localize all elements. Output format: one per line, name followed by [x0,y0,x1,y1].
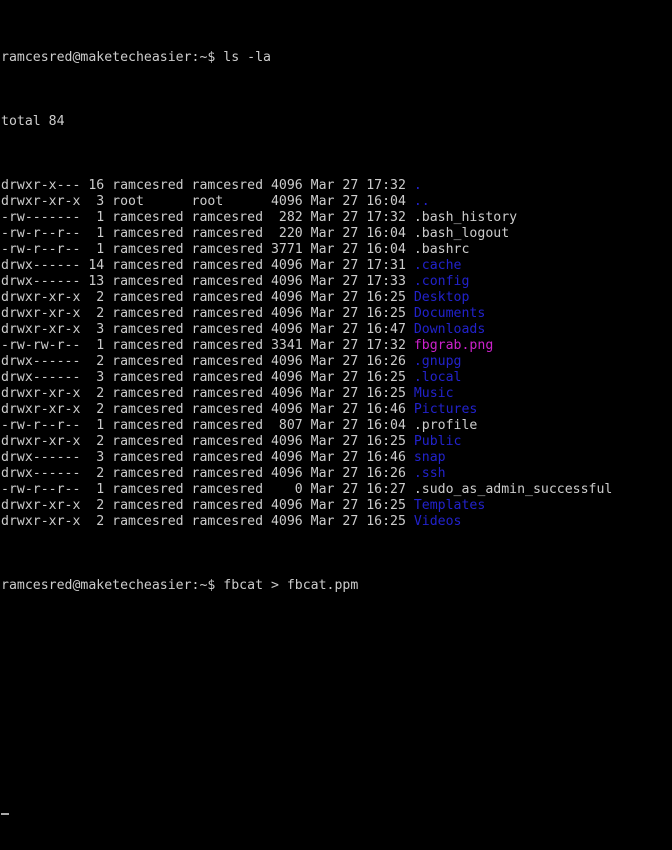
listing-row-filename: Downloads [413,322,486,337]
listing-row-filename: .local [413,370,462,385]
listing-row-metadata: drwxr-xr-x 3 ramcesred ramcesred 4096 Ma… [1,322,414,337]
listing-row-metadata: drwxr-xr-x 2 ramcesred ramcesred 4096 Ma… [1,386,414,401]
listing-row-filename: Pictures [413,402,478,417]
terminal-screen[interactable]: ramcesred@maketecheasier:~$ ls -la total… [0,0,672,815]
text-cursor [1,813,9,815]
listing-row: drwxr-x--- 16 ramcesred ramcesred 4096 M… [1,178,672,194]
listing-row: -rw-r--r-- 1 ramcesred ramcesred 220 Mar… [1,226,672,242]
listing-row-metadata: drwxr-x--- 16 ramcesred ramcesred 4096 M… [1,178,414,193]
listing-row: -rw-rw-r-- 1 ramcesred ramcesred 3341 Ma… [1,338,672,354]
listing-row-filename: . [413,178,422,193]
listing-row: drwxr-xr-x 2 ramcesred ramcesred 4096 Ma… [1,402,672,418]
listing-row-metadata: drwxr-xr-x 3 root root 4096 Mar 27 16:04 [1,194,414,209]
listing-row-filename: .cache [413,258,462,273]
listing-row-filename: .sudo_as_admin_successful [413,482,613,497]
listing-row: drwx------ 3 ramcesred ramcesred 4096 Ma… [1,450,672,466]
listing-row-filename: Videos [413,514,462,529]
listing-row-metadata: -rw------- 1 ramcesred ramcesred 282 Mar… [1,210,414,225]
listing-row: -rw------- 1 ramcesred ramcesred 282 Mar… [1,210,672,226]
listing-row-metadata: drwx------ 2 ramcesred ramcesred 4096 Ma… [1,466,414,481]
listing-row: -rw-r--r-- 1 ramcesred ramcesred 807 Mar… [1,418,672,434]
listing-row-metadata: drwx------ 14 ramcesred ramcesred 4096 M… [1,258,414,273]
listing-row: drwx------ 2 ramcesred ramcesred 4096 Ma… [1,466,672,482]
listing-row-filename: Public [413,434,462,449]
listing-row: drwxr-xr-x 2 ramcesred ramcesred 4096 Ma… [1,498,672,514]
listing-row: drwx------ 3 ramcesred ramcesred 4096 Ma… [1,370,672,386]
listing-row-filename: fbgrab.png [413,338,494,353]
listing-row-metadata: drwxr-xr-x 2 ramcesred ramcesred 4096 Ma… [1,306,414,321]
listing-row-filename: .ssh [413,466,446,481]
listing-row: drwxr-xr-x 2 ramcesred ramcesred 4096 Ma… [1,434,672,450]
listing-row-metadata: -rw-r--r-- 1 ramcesred ramcesred 3771 Ma… [1,242,414,257]
listing-row-metadata: drwx------ 2 ramcesred ramcesred 4096 Ma… [1,354,414,369]
listing-row-metadata: drwx------ 13 ramcesred ramcesred 4096 M… [1,274,414,289]
listing-row-filename: Templates [413,498,486,513]
listing-row-metadata: -rw-r--r-- 1 ramcesred ramcesred 807 Mar… [1,418,414,433]
listing-row-filename: Desktop [413,290,470,305]
listing-row: drwx------ 2 ramcesred ramcesred 4096 Ma… [1,354,672,370]
listing-total-line: total 84 [1,114,65,129]
listing-row-metadata: drwx------ 3 ramcesred ramcesred 4096 Ma… [1,450,414,465]
listing-row: drwxr-xr-x 2 ramcesred ramcesred 4096 Ma… [1,386,672,402]
listing-row-metadata: drwx------ 3 ramcesred ramcesred 4096 Ma… [1,370,414,385]
command-line-ls: ramcesred@maketecheasier:~$ ls -la [1,50,271,65]
listing-row-filename: snap [413,450,446,465]
cursor-line [1,802,672,818]
listing-row-filename: .config [413,274,470,289]
listing-row: drwx------ 13 ramcesred ramcesred 4096 M… [1,274,672,290]
listing-row-filename: .bash_history [413,210,518,225]
command-line-fbcat: ramcesred@maketecheasier:~$ fbcat > fbca… [1,578,359,593]
listing-row-metadata: drwxr-xr-x 2 ramcesred ramcesred 4096 Ma… [1,290,414,305]
listing-row-metadata: drwxr-xr-x 2 ramcesred ramcesred 4096 Ma… [1,514,414,529]
listing-row-metadata: -rw-r--r-- 1 ramcesred ramcesred 220 Mar… [1,226,414,241]
listing-row-filename: Documents [413,306,486,321]
listing-row: drwxr-xr-x 3 ramcesred ramcesred 4096 Ma… [1,322,672,338]
listing-row-metadata: drwxr-xr-x 2 ramcesred ramcesred 4096 Ma… [1,434,414,449]
listing-row-filename: .bashrc [413,242,470,257]
listing-row-filename: .profile [413,418,478,433]
listing-row: drwx------ 14 ramcesred ramcesred 4096 M… [1,258,672,274]
listing-row-metadata: -rw-rw-r-- 1 ramcesred ramcesred 3341 Ma… [1,338,414,353]
listing-row: drwxr-xr-x 2 ramcesred ramcesred 4096 Ma… [1,306,672,322]
listing-row-metadata: drwxr-xr-x 2 ramcesred ramcesred 4096 Ma… [1,402,414,417]
listing-row-filename: Music [413,386,454,401]
listing-row: drwxr-xr-x 2 ramcesred ramcesred 4096 Ma… [1,514,672,530]
listing-row-metadata: -rw-r--r-- 1 ramcesred ramcesred 0 Mar 2… [1,482,414,497]
listing-row: drwxr-xr-x 3 root root 4096 Mar 27 16:04… [1,194,672,210]
listing-row-filename: .gnupg [413,354,462,369]
listing-row: drwxr-xr-x 2 ramcesred ramcesred 4096 Ma… [1,290,672,306]
directory-listing: drwxr-x--- 16 ramcesred ramcesred 4096 M… [1,178,672,530]
listing-row-metadata: drwxr-xr-x 2 ramcesred ramcesred 4096 Ma… [1,498,414,513]
listing-row: -rw-r--r-- 1 ramcesred ramcesred 3771 Ma… [1,242,672,258]
listing-row: -rw-r--r-- 1 ramcesred ramcesred 0 Mar 2… [1,482,672,498]
listing-row-filename: .. [413,194,430,209]
listing-row-filename: .bash_logout [413,226,510,241]
